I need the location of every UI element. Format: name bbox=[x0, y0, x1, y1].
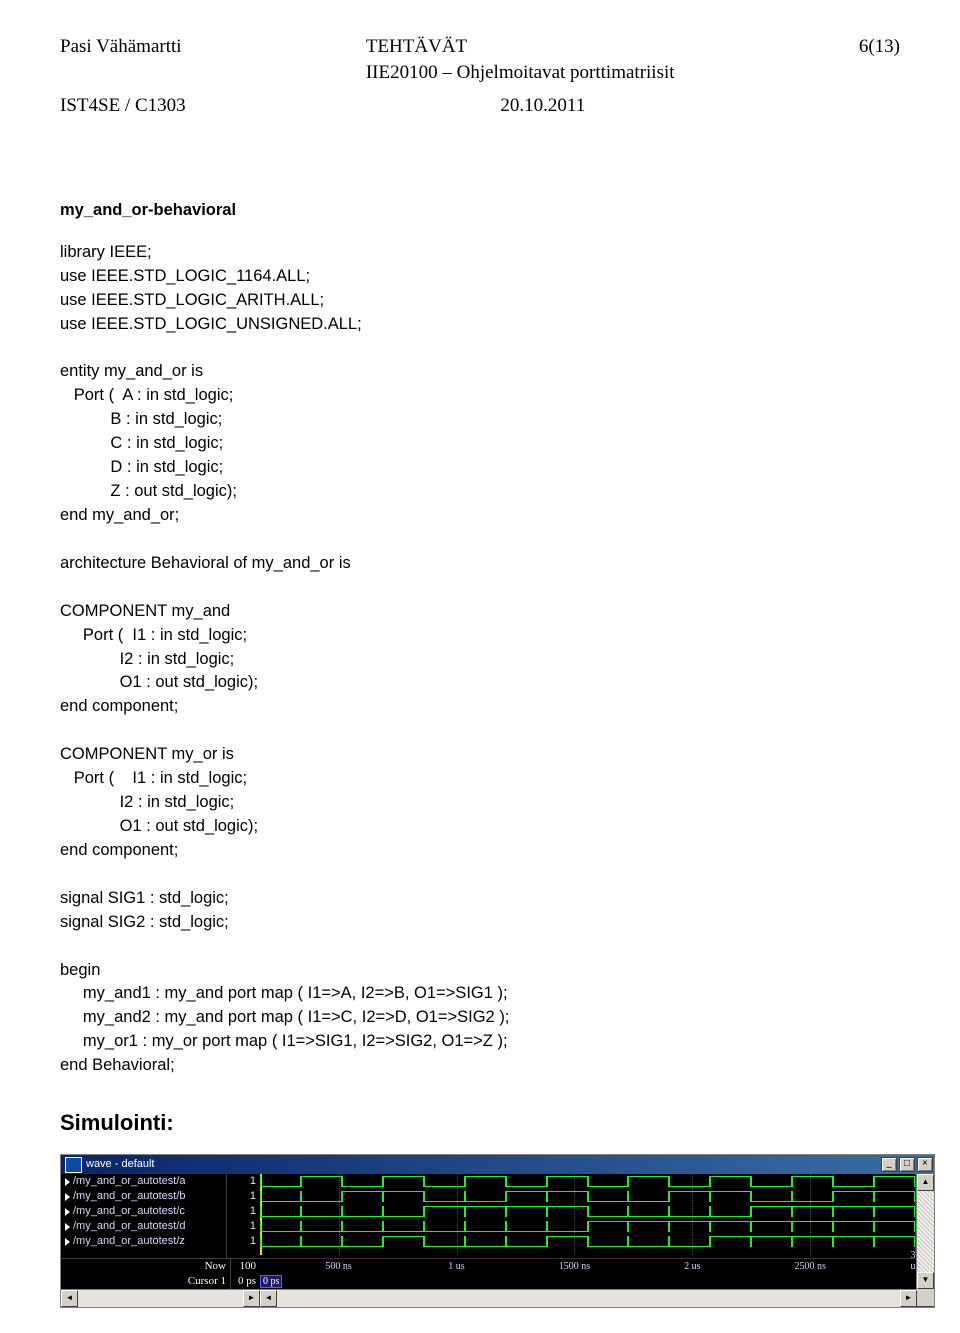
h-scrollbar-left[interactable]: ◄ ► bbox=[61, 1289, 260, 1307]
waveform-window[interactable]: wave - default _ □ × /my_and_or_autotest… bbox=[60, 1154, 935, 1308]
waveform-titlebar[interactable]: wave - default _ □ × bbox=[61, 1155, 934, 1174]
expand-icon[interactable] bbox=[65, 1223, 70, 1231]
author: Pasi Vähämartti bbox=[60, 36, 182, 57]
simulation-heading: Simulointi: bbox=[60, 1110, 900, 1136]
cursor-flag: 0 ps bbox=[260, 1275, 282, 1288]
signal-row[interactable]: /my_and_or_autotest/d bbox=[61, 1219, 226, 1234]
doc-subtitle: IIE20100 – Ohjelmoitavat porttimatriisit bbox=[366, 62, 675, 83]
waveform-track bbox=[260, 1204, 916, 1219]
signal-row[interactable]: /my_and_or_autotest/c bbox=[61, 1204, 226, 1219]
signal-value: 1 bbox=[227, 1189, 260, 1204]
expand-icon[interactable] bbox=[65, 1193, 70, 1201]
signal-values: 11111 bbox=[227, 1174, 260, 1258]
time-tick-label: 1500 ns bbox=[559, 1261, 590, 1272]
course: IST4SE / C1303 bbox=[60, 95, 186, 116]
signal-value: 1 bbox=[227, 1174, 260, 1189]
now-label: Now bbox=[61, 1259, 231, 1274]
maximize-button[interactable]: □ bbox=[899, 1157, 915, 1172]
scroll-down-button[interactable]: ▼ bbox=[917, 1272, 934, 1289]
vertical-scrollbar[interactable]: ▲ ▼ bbox=[916, 1174, 934, 1289]
waveform-track bbox=[260, 1219, 916, 1234]
time-tick-label: 1 us bbox=[448, 1261, 464, 1272]
page-number: 6(13) bbox=[859, 36, 900, 57]
cursor-value: 0 ps bbox=[231, 1274, 260, 1289]
scroll-right-button[interactable]: ► bbox=[900, 1290, 917, 1307]
now-value: 100 ps bbox=[231, 1259, 260, 1274]
doc-header-2: IST4SE / C1303 20.10.2011 bbox=[60, 93, 900, 119]
waveform-track bbox=[260, 1189, 916, 1204]
expand-icon[interactable] bbox=[65, 1178, 70, 1186]
section-title: my_and_or-behavioral bbox=[60, 199, 900, 223]
scroll-left-button[interactable]: ◄ bbox=[260, 1290, 277, 1307]
cursor-label: Cursor 1 bbox=[61, 1274, 231, 1289]
code-block: library IEEE; use IEEE.STD_LOGIC_1164.AL… bbox=[60, 241, 900, 1078]
h-scrollbar-right[interactable]: ◄ ► bbox=[260, 1289, 917, 1307]
doc-header: Pasi Vähämartti TEHTÄVÄT IIE20100 – Ohje… bbox=[60, 34, 900, 85]
app-icon bbox=[65, 1157, 82, 1173]
signal-names[interactable]: /my_and_or_autotest/a/my_and_or_autotest… bbox=[61, 1174, 227, 1258]
doc-title: TEHTÄVÄT bbox=[366, 36, 467, 57]
scroll-up-button[interactable]: ▲ bbox=[917, 1174, 934, 1191]
expand-icon[interactable] bbox=[65, 1238, 70, 1246]
signal-row[interactable]: /my_and_or_autotest/z bbox=[61, 1234, 226, 1249]
waveform-area[interactable]: 0 ps 500 ns 1 us 1500 ns 2 us 2500 ns 3 us bbox=[260, 1174, 916, 1289]
signal-value: 1 bbox=[227, 1234, 260, 1249]
scrollbar-corner bbox=[917, 1289, 934, 1306]
close-button[interactable]: × bbox=[917, 1157, 933, 1172]
signal-row[interactable]: /my_and_or_autotest/a bbox=[61, 1174, 226, 1189]
scroll-left-button[interactable]: ◄ bbox=[61, 1290, 78, 1307]
expand-icon[interactable] bbox=[65, 1208, 70, 1216]
signal-value: 1 bbox=[227, 1219, 260, 1234]
signal-value: 1 bbox=[227, 1204, 260, 1219]
signal-row[interactable]: /my_and_or_autotest/b bbox=[61, 1189, 226, 1204]
waveform-track bbox=[260, 1234, 916, 1249]
scroll-right-button[interactable]: ► bbox=[243, 1290, 260, 1307]
minimize-button[interactable]: _ bbox=[881, 1157, 897, 1172]
waveform-track bbox=[260, 1174, 916, 1189]
time-tick-label: 2 us bbox=[684, 1261, 700, 1272]
time-tick-label: 2500 ns bbox=[794, 1261, 825, 1272]
window-title: wave - default bbox=[86, 1155, 154, 1174]
doc-date: 20.10.2011 bbox=[500, 95, 585, 116]
time-tick-label: 3 us bbox=[911, 1250, 916, 1272]
time-tick-label: 500 ns bbox=[325, 1261, 351, 1272]
